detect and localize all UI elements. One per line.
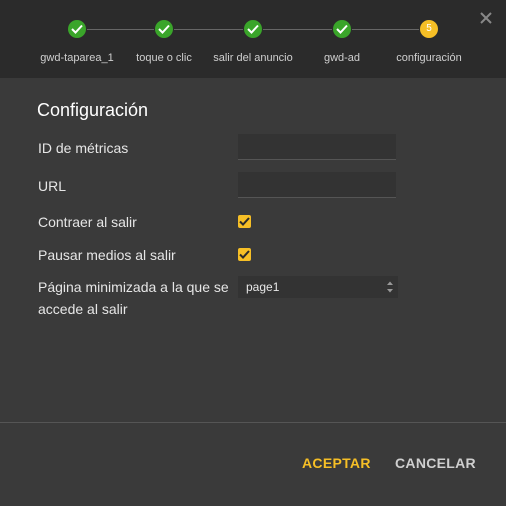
pause-media-checkbox[interactable] <box>238 248 251 261</box>
url-label: URL <box>38 178 67 194</box>
step-label: configuración <box>396 52 462 64</box>
spinner-arrows-icon <box>387 281 393 293</box>
step-number-badge: 5 <box>420 20 438 38</box>
check-icon <box>244 20 262 38</box>
step-gwd-ad[interactable]: gwd-ad <box>297 20 387 64</box>
metrics-id-input[interactable] <box>238 134 396 160</box>
minimized-page-value: page1 <box>246 280 280 294</box>
stepper-header: gwd-taparea_1 toque o clic salir del anu… <box>0 0 506 78</box>
minimized-page-select[interactable]: page1 <box>238 276 398 298</box>
collapse-on-exit-label: Contraer al salir <box>38 214 137 230</box>
minimized-page-label-line1: Página minimizada a la que se <box>38 279 229 295</box>
metrics-id-label: ID de métricas <box>38 140 129 156</box>
step-label: gwd-ad <box>323 52 361 64</box>
check-icon <box>68 20 86 38</box>
form-content: Configuración ID de métricas URL Contrae… <box>0 78 506 422</box>
checkmark-icon <box>239 217 250 226</box>
step-label: gwd-taparea_1 <box>40 52 114 64</box>
close-icon[interactable] <box>480 12 494 26</box>
collapse-on-exit-checkbox[interactable] <box>238 215 251 228</box>
accept-button[interactable]: ACEPTAR <box>302 455 371 471</box>
step-salir-del-anuncio[interactable]: salir del anuncio <box>208 20 298 64</box>
minimized-page-label-line2: accede al salir <box>38 301 128 317</box>
cancel-button[interactable]: CANCELAR <box>395 455 476 471</box>
pause-media-label: Pausar medios al salir <box>38 247 176 263</box>
url-input[interactable] <box>238 172 396 198</box>
page-title: Configuración <box>37 100 149 120</box>
step-label: salir del anuncio <box>213 52 293 64</box>
footer-divider <box>0 422 506 423</box>
step-configuracion[interactable]: 5 configuración <box>384 20 474 64</box>
minimized-page-label: Página minimizada a la que se accede al … <box>38 276 229 320</box>
step-label: toque o clic <box>136 52 192 64</box>
settings-dialog: gwd-taparea_1 toque o clic salir del anu… <box>0 0 506 506</box>
step-gwd-taparea[interactable]: gwd-taparea_1 <box>32 20 122 64</box>
check-icon <box>155 20 173 38</box>
checkmark-icon <box>239 250 250 259</box>
check-icon <box>333 20 351 38</box>
step-toque-o-clic[interactable]: toque o clic <box>119 20 209 64</box>
